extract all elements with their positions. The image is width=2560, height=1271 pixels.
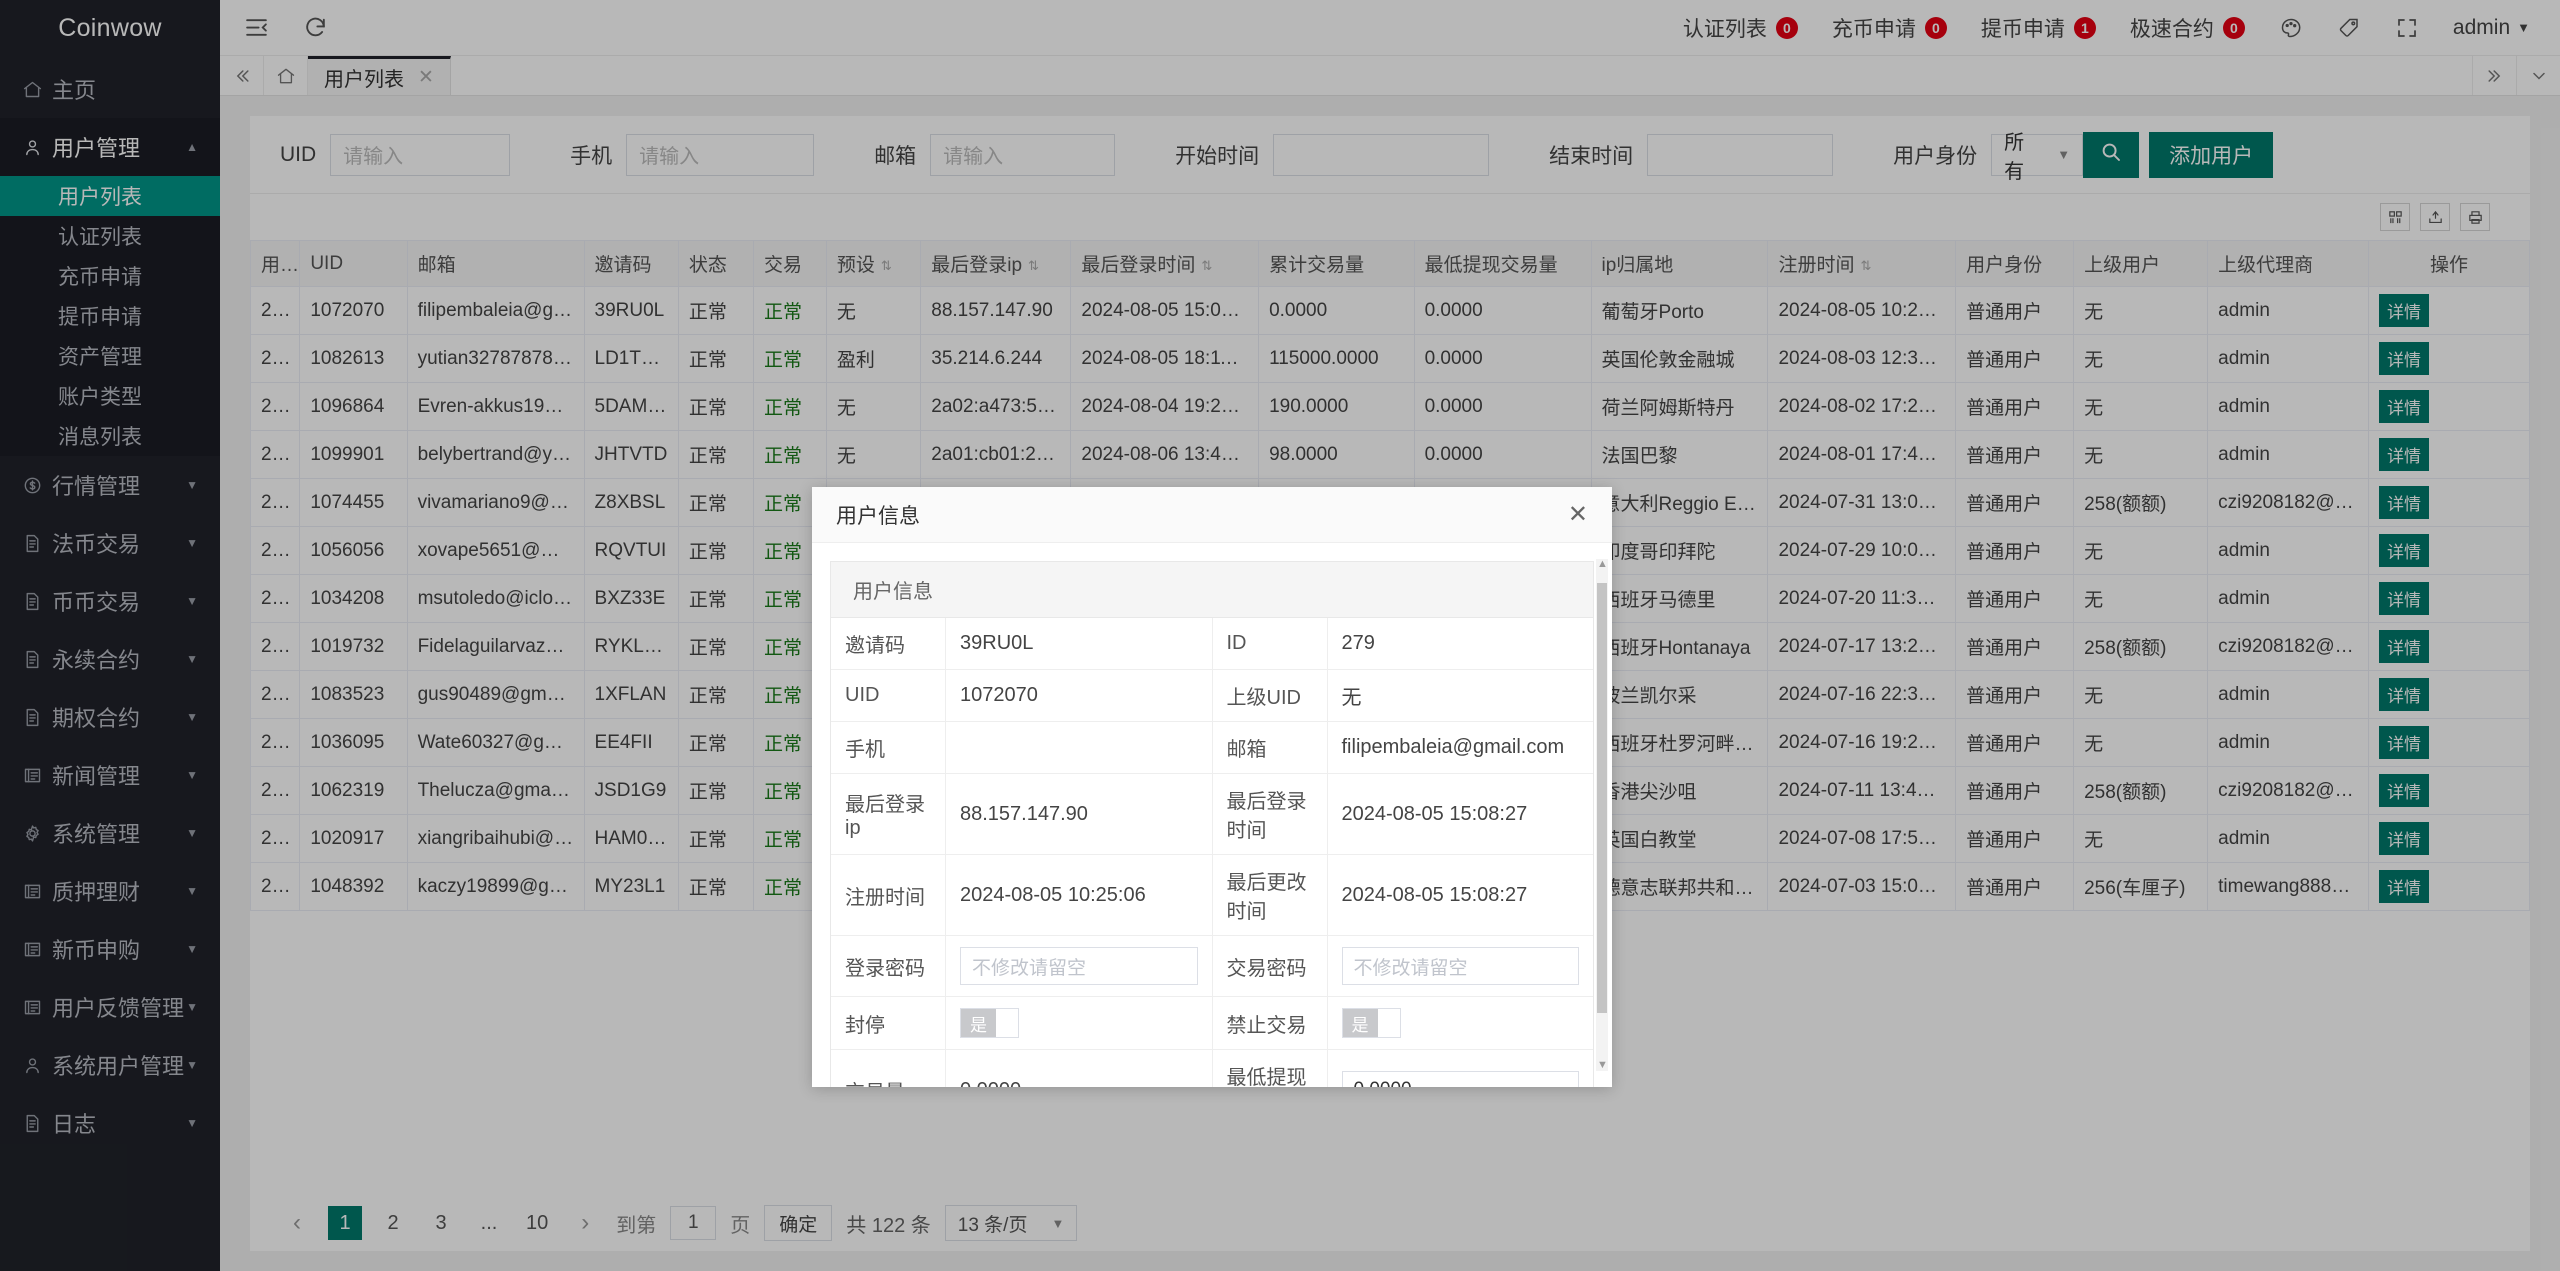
form-row-volume: 交易量 0.0000 最低提现交易量 0.0000 [831, 1050, 1593, 1087]
value-last-modify-time: 2024-08-05 15:08:27 [1341, 883, 1528, 906]
label-invite-code: 邀请码 [831, 618, 946, 669]
toggle-knob [996, 1009, 1018, 1037]
cell-login-password: 不修改请留空 [946, 936, 1213, 996]
value-last-login-ip: 88.157.147.90 [946, 774, 1213, 854]
form-row-phone-email: 手机 邮箱 filipembaleia@gmail.com [831, 722, 1593, 774]
trade-password-input[interactable]: 不修改请留空 [1341, 947, 1579, 985]
section-title: 用户信息 [831, 562, 1593, 618]
value-volume: 0.0000 [946, 1050, 1213, 1087]
cell-no-trade-switch: 是 [1328, 997, 1594, 1049]
label-phone: 手机 [831, 722, 946, 773]
value-register-time: 2024-08-05 10:25:06 [946, 855, 1213, 935]
value-uid: 1072070 [946, 670, 1213, 721]
label-ban: 封停 [831, 997, 946, 1049]
cell-min-withdraw-volume: 0.0000 [1328, 1050, 1594, 1087]
modal-body: 用户信息 邀请码 39RU0L ID 279 UID 1072070 上级UID… [812, 543, 1612, 1087]
label-no-trade: 禁止交易 [1213, 997, 1328, 1049]
min-withdraw-volume-input[interactable]: 0.0000 [1341, 1071, 1579, 1087]
toggle-label: 是 [961, 1009, 996, 1037]
scroll-down-icon[interactable]: ▼ [1597, 1060, 1608, 1071]
value-email: filipembaleia@gmail.com [1341, 736, 1565, 758]
form-row-lastip-lasttime: 最后登录ip 88.157.147.90 最后登录时间 2024-08-05 1… [831, 774, 1593, 855]
label-parent-uid: 上级UID [1213, 670, 1328, 721]
value-invite-code: 39RU0L [946, 618, 1213, 669]
no-trade-toggle[interactable]: 是 [1341, 1008, 1401, 1038]
placeholder: 不修改请留空 [972, 957, 1087, 979]
modal-header: 用户信息 ✕ [812, 487, 1612, 543]
form-row-passwords: 登录密码 不修改请留空 交易密码 不修改请留空 [831, 936, 1593, 997]
value-parent-uid: 无 [1341, 687, 1362, 709]
scrollbar-thumb[interactable] [1597, 583, 1607, 1013]
app-root: Coinwow 主页 用户管理 ▲ 用户列表 认证列表 充币申请 提币申请 资产… [0, 0, 2560, 1271]
scroll-up-icon[interactable]: ▲ [1597, 559, 1608, 570]
cell-ban-switch: 是 [946, 997, 1213, 1049]
value-id: 279 [1341, 632, 1375, 654]
user-info-modal: 用户信息 ✕ 用户信息 邀请码 39RU0L ID 279 UID 107207… [812, 487, 1612, 1087]
form-row-regtime-modtime: 注册时间 2024-08-05 10:25:06 最后更改时间 2024-08-… [831, 855, 1593, 936]
toggle-knob [1377, 1009, 1400, 1037]
close-icon[interactable]: ✕ [1568, 502, 1588, 527]
toggle-label: 是 [1342, 1009, 1378, 1037]
label-last-login-ip: 最后登录ip [831, 774, 946, 854]
label-volume: 交易量 [831, 1050, 946, 1087]
label-register-time: 注册时间 [831, 855, 946, 935]
ban-toggle[interactable]: 是 [960, 1008, 1019, 1038]
cell-trade-password: 不修改请留空 [1328, 936, 1594, 996]
form-row-uid-puid: UID 1072070 上级UID 无 [831, 670, 1593, 722]
label-trade-password: 交易密码 [1213, 936, 1328, 996]
label-last-modify-time: 最后更改时间 [1213, 855, 1328, 935]
label-email: 邮箱 [1213, 722, 1328, 773]
modal-scrollbar[interactable]: ▲ ▼ [1596, 559, 1608, 1071]
label-last-login-time: 最后登录时间 [1213, 774, 1328, 854]
user-info-card: 用户信息 邀请码 39RU0L ID 279 UID 1072070 上级UID… [830, 561, 1594, 1087]
form-row-switches: 封停 是 禁止交易 是 [831, 997, 1593, 1050]
label-min-withdraw-volume: 最低提现交易量 [1213, 1050, 1328, 1087]
label-uid: UID [831, 670, 946, 721]
label-id: ID [1213, 618, 1328, 669]
form-row-invite-id: 邀请码 39RU0L ID 279 [831, 618, 1593, 670]
value-phone [946, 722, 1213, 773]
value-last-login-time: 2024-08-05 15:08:27 [1341, 802, 1528, 825]
modal-title: 用户信息 [836, 504, 920, 528]
placeholder: 不修改请留空 [1353, 957, 1468, 979]
login-password-input[interactable]: 不修改请留空 [960, 947, 1198, 985]
label-login-password: 登录密码 [831, 936, 946, 996]
